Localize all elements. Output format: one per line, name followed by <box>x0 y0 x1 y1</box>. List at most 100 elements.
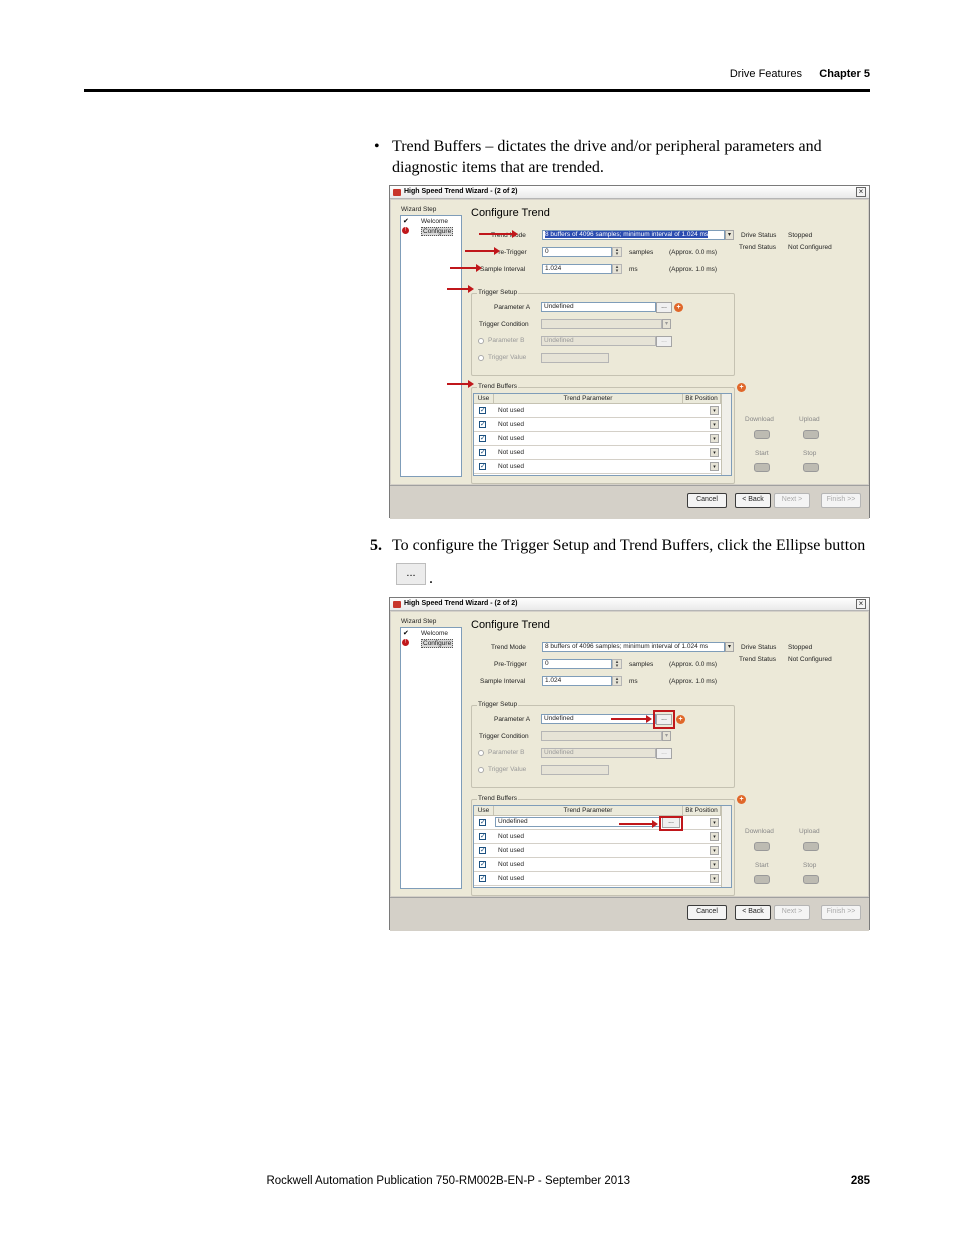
parameter-a-ellipsis-button[interactable]: ... <box>656 302 672 313</box>
stop-icon[interactable] <box>803 875 819 884</box>
add-icon[interactable]: + <box>674 303 683 312</box>
chevron-down-icon[interactable]: ▾ <box>662 319 671 329</box>
upload-icon[interactable] <box>803 430 819 439</box>
sample-interval-input[interactable]: 1.024 <box>542 676 612 686</box>
chevron-down-icon[interactable]: ▾ <box>710 434 719 443</box>
trend-mode-select[interactable]: 8 buffers of 4096 samples; minimum inter… <box>542 230 725 240</box>
chevron-down-icon[interactable]: ▾ <box>662 731 671 741</box>
step-welcome[interactable]: Welcome <box>421 630 448 637</box>
chevron-down-icon[interactable]: ▾ <box>710 462 719 471</box>
finish-button[interactable]: Finish >> <box>821 493 861 508</box>
table-row[interactable]: ✓ Not used ▾ <box>474 404 721 418</box>
sample-interval-label: Sample Interval <box>480 266 526 273</box>
annotation-arrow <box>619 820 658 828</box>
chevron-down-icon[interactable]: ▾ <box>710 832 719 841</box>
add-icon[interactable]: + <box>737 795 746 804</box>
pre-trigger-input[interactable]: 0 <box>542 247 612 257</box>
chevron-down-icon[interactable]: ▾ <box>710 420 719 429</box>
spinner-icon[interactable]: ▴ ▾ <box>612 264 622 274</box>
checkbox[interactable]: ✓ <box>479 449 486 456</box>
chevron-down-icon[interactable]: ▾ <box>710 406 719 415</box>
back-button[interactable]: < Back <box>735 905 771 920</box>
parameter-b-input[interactable]: Undefined <box>541 336 656 346</box>
table-row[interactable]: ✓ Not used ▾ <box>474 830 721 844</box>
checkbox[interactable]: ✓ <box>479 421 486 428</box>
row-parameter: Not used <box>498 861 525 868</box>
trigger-value-input[interactable] <box>541 353 609 363</box>
checkbox[interactable]: ✓ <box>479 819 486 826</box>
table-row[interactable]: ✓ Not used ▾ <box>474 460 721 474</box>
download-icon[interactable] <box>754 842 770 851</box>
trigger-condition-label: Trigger Condition <box>479 733 529 740</box>
drive-status-label: Drive Status <box>741 644 777 651</box>
checkbox[interactable]: ✓ <box>479 861 486 868</box>
annotation-arrow <box>447 285 474 293</box>
step-welcome[interactable]: Welcome <box>421 218 448 225</box>
annotation-arrow <box>447 380 474 388</box>
download-icon[interactable] <box>754 430 770 439</box>
grid-scrollbar[interactable] <box>721 806 731 887</box>
trigger-condition-select[interactable] <box>541 731 662 741</box>
table-row[interactable]: ✓ Not used ▾ <box>474 844 721 858</box>
cancel-button[interactable]: Cancel <box>687 905 727 920</box>
spinner-icon[interactable]: ▴ ▾ <box>612 247 622 257</box>
back-button[interactable]: < Back <box>735 493 771 508</box>
trigger-value-radio[interactable] <box>478 767 484 773</box>
checkbox[interactable]: ✓ <box>479 435 486 442</box>
checkbox[interactable]: ✓ <box>479 833 486 840</box>
checkbox[interactable]: ✓ <box>479 407 486 414</box>
trigger-value-input[interactable] <box>541 765 609 775</box>
checkbox[interactable]: ✓ <box>479 875 486 882</box>
chevron-down-icon[interactable]: ▾ <box>710 860 719 869</box>
next-button[interactable]: Next > <box>774 905 810 920</box>
finish-button[interactable]: Finish >> <box>821 905 861 920</box>
parameter-b-ellipsis-button[interactable]: ... <box>656 336 672 347</box>
spinner-icon[interactable]: ▴ ▾ <box>612 659 622 669</box>
pre-trigger-unit: samples <box>629 249 654 256</box>
add-icon[interactable]: + <box>737 383 746 392</box>
parameter-b-radio[interactable] <box>478 338 484 344</box>
start-icon[interactable] <box>754 875 770 884</box>
table-row[interactable]: ✓ Undefined ... ▾ <box>474 816 721 830</box>
stop-icon[interactable] <box>803 463 819 472</box>
chevron-down-icon[interactable]: ▾ <box>710 846 719 855</box>
trigger-condition-select[interactable] <box>541 319 662 329</box>
trigger-value-radio[interactable] <box>478 355 484 361</box>
table-row[interactable]: ✓ Not used ▾ <box>474 872 721 886</box>
parameter-a-input[interactable]: Undefined <box>541 302 656 312</box>
table-row[interactable]: ✓ Not used ▾ <box>474 432 721 446</box>
trend-mode-select[interactable]: 8 buffers of 4096 samples; minimum inter… <box>542 642 725 652</box>
parameter-b-ellipsis-button[interactable]: ... <box>656 748 672 759</box>
close-icon[interactable]: × <box>856 187 866 197</box>
sample-interval-input[interactable]: 1.024 <box>542 264 612 274</box>
table-row[interactable]: ✓ Not used ▾ <box>474 858 721 872</box>
spinner-icon[interactable]: ▴ ▾ <box>612 676 622 686</box>
chevron-down-icon[interactable]: ▾ <box>710 448 719 457</box>
annotation-arrow <box>465 247 500 255</box>
next-button[interactable]: Next > <box>774 493 810 508</box>
sample-interval-unit: ms <box>629 678 638 685</box>
table-row[interactable]: ✓ Not used ▾ <box>474 446 721 460</box>
chevron-down-icon[interactable]: ▾ <box>710 874 719 883</box>
step-configure[interactable]: Configure <box>421 227 454 236</box>
trend-status-label: Trend Status <box>739 244 776 251</box>
parameter-b-radio[interactable] <box>478 750 484 756</box>
chevron-down-icon[interactable]: ▾ <box>725 230 734 240</box>
grid-scrollbar[interactable] <box>721 394 731 475</box>
drive-status-value: Stopped <box>788 232 813 239</box>
chevron-down-icon[interactable]: ▾ <box>725 642 734 652</box>
pre-trigger-input[interactable]: 0 <box>542 659 612 669</box>
cancel-button[interactable]: Cancel <box>687 493 727 508</box>
chevron-down-icon[interactable]: ▾ <box>710 818 719 827</box>
step-configure[interactable]: Configure <box>421 639 454 648</box>
start-icon[interactable] <box>754 463 770 472</box>
row-parameter-input[interactable]: Undefined <box>495 817 660 827</box>
checkbox[interactable]: ✓ <box>479 847 486 854</box>
add-icon[interactable]: + <box>676 715 685 724</box>
publication-info: Rockwell Automation Publication 750-RM00… <box>266 1175 630 1187</box>
parameter-b-input[interactable]: Undefined <box>541 748 656 758</box>
upload-icon[interactable] <box>803 842 819 851</box>
table-row[interactable]: ✓ Not used ▾ <box>474 418 721 432</box>
close-icon[interactable]: × <box>856 599 866 609</box>
checkbox[interactable]: ✓ <box>479 463 486 470</box>
